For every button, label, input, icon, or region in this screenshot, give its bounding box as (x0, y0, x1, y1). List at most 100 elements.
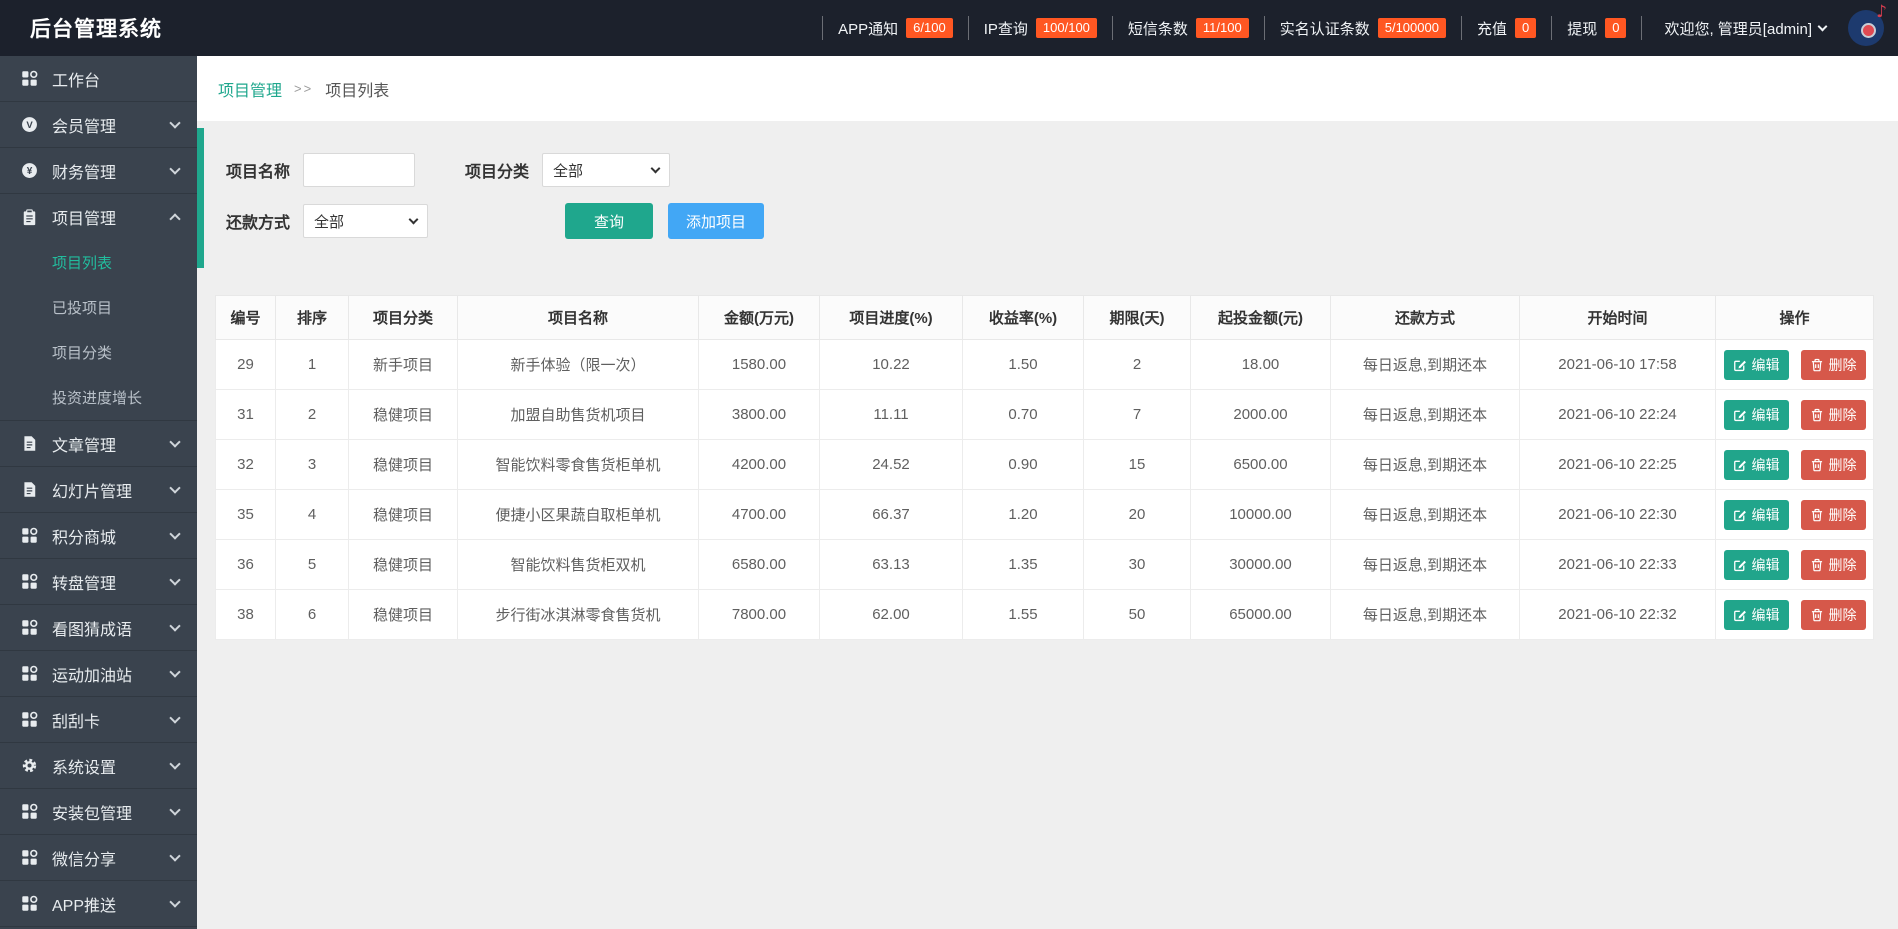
filter-row-1: 项目名称 项目分类 全部 (226, 153, 1898, 187)
header-cell: 操作 (1715, 295, 1874, 340)
sidebar-item[interactable]: 工作台 (0, 56, 197, 102)
cell-category: 稳健项目 (348, 589, 458, 640)
edit-button[interactable]: 编辑 (1723, 349, 1789, 380)
chevron-down-icon (169, 712, 181, 724)
sidebar-item[interactable]: 运动加油站 (0, 651, 197, 697)
grid-icon (20, 711, 38, 729)
header-cell: 项目名称 (457, 295, 699, 340)
sidebar-item[interactable]: V 会员管理 (0, 102, 197, 148)
cell-rate: 1.20 (962, 489, 1084, 540)
action-buttons: 编辑 删除 (1717, 399, 1872, 430)
header-cell: 收益率(%) (962, 295, 1084, 340)
cell-text: 1.20 (1008, 506, 1038, 523)
sidebar-subitem[interactable]: 项目列表 (0, 240, 197, 285)
breadcrumb-link[interactable]: 项目管理 (218, 77, 282, 101)
topbar-stat[interactable]: 充值 0 (1460, 16, 1551, 40)
cell-text: 2 (307, 406, 317, 423)
cell-text: 1.50 (1008, 356, 1038, 373)
delete-button[interactable]: 删除 (1800, 449, 1866, 480)
cell-text: 4700.00 (731, 506, 787, 523)
sidebar-subitem[interactable]: 投资进度增长 (0, 375, 197, 420)
project-category-select[interactable]: 全部 (542, 153, 671, 187)
cell-actions: 编辑 删除 (1715, 339, 1874, 390)
sidebar-subitem[interactable]: 已投项目 (0, 285, 197, 330)
cell-text: 4 (307, 506, 317, 523)
sidebar-item-label: 工作台 (52, 72, 101, 90)
cell-text: 5 (307, 556, 317, 573)
cell-text: 11.11 (873, 406, 909, 423)
sidebar-item[interactable]: 微信分享 (0, 835, 197, 881)
sidebar-item[interactable]: 转盘管理 (0, 559, 197, 605)
cell-progress: 63.13 (819, 539, 963, 590)
sidebar-item[interactable]: ¥ 财务管理 (0, 148, 197, 194)
cell-term: 2 (1083, 339, 1191, 390)
sidebar-item[interactable]: 刮刮卡 (0, 697, 197, 743)
user-avatar[interactable]: ♪ (1848, 2, 1887, 46)
topbar-stat[interactable]: 短信条数 11/100 (1111, 16, 1264, 40)
delete-label: 删除 (1828, 606, 1857, 623)
sidebar-item-label: 会员管理 (52, 118, 117, 136)
topbar-stat[interactable]: 提现 0 (1551, 16, 1641, 40)
cell-id: 36 (215, 539, 276, 590)
filter-panel: 项目名称 项目分类 全部 还款方式 全部 查询 添加项目 (197, 128, 1898, 268)
edit-button[interactable]: 编辑 (1723, 599, 1789, 630)
project-name-input[interactable] (303, 153, 416, 187)
cell-category: 稳健项目 (348, 389, 458, 440)
edit-button[interactable]: 编辑 (1723, 399, 1789, 430)
add-project-button[interactable]: 添加项目 (668, 203, 765, 239)
sidebar-submenu: 项目列表 已投项目 项目分类 投资进度增长 (0, 240, 197, 421)
grid-icon (20, 803, 38, 821)
cell-text: 0.70 (1008, 406, 1038, 423)
delete-button[interactable]: 删除 (1800, 499, 1866, 530)
delete-button[interactable]: 删除 (1800, 599, 1866, 630)
sidebar-item[interactable]: APP推送 (0, 881, 197, 927)
cell-amount: 1580.00 (698, 339, 820, 390)
cell-text: 1.55 (1008, 606, 1038, 623)
sidebar-item[interactable]: 安装包管理 (0, 789, 197, 835)
edit-button[interactable]: 编辑 (1723, 449, 1789, 480)
edit-button[interactable]: 编辑 (1723, 499, 1789, 530)
cell-text: 38 (237, 606, 254, 623)
edit-button[interactable]: 编辑 (1723, 549, 1789, 580)
sidebar-item[interactable]: 系统设置 (0, 743, 197, 789)
edit-icon (1733, 408, 1747, 422)
cell-category: 稳健项目 (348, 539, 458, 590)
sidebar-subitem[interactable]: 项目分类 (0, 330, 197, 375)
repay-method-select[interactable]: 全部 (303, 204, 429, 238)
sidebar-item-label: 财务管理 (52, 164, 117, 182)
topbar-stat[interactable]: APP通知 6/100 (822, 16, 968, 40)
cell-category: 新手项目 (348, 339, 458, 390)
cell-text: 2021-06-10 22:24 (1558, 406, 1677, 423)
grid-icon (20, 849, 38, 867)
grid-icon (20, 895, 38, 913)
stat-badge: 0 (1605, 18, 1627, 38)
delete-label: 删除 (1828, 456, 1857, 473)
breadcrumb-current: 项目列表 (325, 82, 390, 100)
topbar-stat[interactable]: IP查询 100/100 (967, 16, 1112, 40)
table-row: 38 6 稳健项目 步行街冰淇淋零食售货机 7800.00 62.00 1.55… (215, 589, 1874, 640)
edit-label: 编辑 (1751, 506, 1780, 523)
sidebar-item[interactable]: 看图猜成语 (0, 605, 197, 651)
sidebar-item-label: 转盘管理 (52, 575, 117, 593)
sidebar-item[interactable]: 积分商城 (0, 513, 197, 559)
sidebar-item[interactable]: 幻灯片管理 (0, 467, 197, 513)
grid-icon (20, 527, 38, 545)
topbar-stat[interactable]: 实名认证条数 5/100000 (1263, 16, 1461, 40)
cell-actions: 编辑 删除 (1715, 389, 1874, 440)
delete-button[interactable]: 删除 (1800, 349, 1866, 380)
trash-icon (1810, 508, 1824, 522)
sidebar-item[interactable]: 项目管理 (0, 194, 197, 240)
topbar-stats: APP通知 6/100 IP查询 100/100 短信条数 11/100 实名认… (822, 16, 1641, 40)
cell-text: 2021-06-10 22:33 (1558, 556, 1677, 573)
topbar: 后台管理系统 APP通知 6/100 IP查询 100/100 短信条数 11/… (0, 0, 1898, 56)
sidebar-item[interactable]: 文章管理 (0, 421, 197, 467)
cell-text: 31 (237, 406, 254, 423)
cell-text: 20 (1128, 506, 1146, 523)
delete-button[interactable]: 删除 (1800, 549, 1866, 580)
doc-icon (20, 481, 38, 499)
delete-button[interactable]: 删除 (1800, 399, 1866, 430)
cell-text: 2 (1132, 356, 1142, 373)
user-menu[interactable]: 欢迎您, 管理员[admin] (1641, 16, 1840, 40)
sidebar-item-label: 运动加油站 (52, 667, 133, 685)
search-button[interactable]: 查询 (565, 203, 654, 239)
